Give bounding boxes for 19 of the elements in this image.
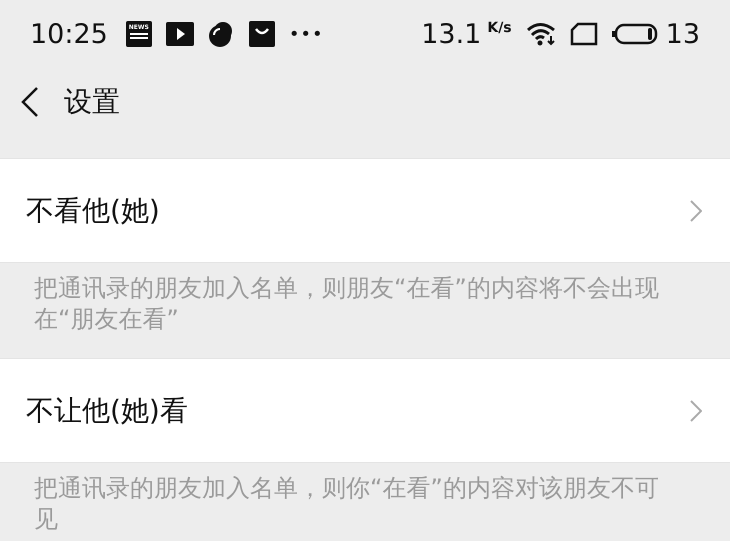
more-notifications: ••• xyxy=(288,24,324,44)
back-icon[interactable] xyxy=(20,86,40,118)
bag-icon xyxy=(248,21,275,47)
settings-row[interactable]: 不看他(她) xyxy=(0,158,730,263)
video-icon xyxy=(166,22,194,46)
bubble-icon xyxy=(208,20,235,48)
battery-icon xyxy=(612,23,658,45)
row-description: 把通讯录的朋友加入名单，则朋友“在看”的内容将不会出现在“朋友在看” xyxy=(33,273,660,335)
settings-row[interactable]: 不让他(她)看 xyxy=(0,358,730,463)
sim-card-icon xyxy=(570,22,598,46)
wifi-icon xyxy=(526,21,556,47)
clock: 10:25 xyxy=(30,18,108,50)
row-description: 把通讯录的朋友加入名单，则你“在看”的内容对该朋友不可见 xyxy=(33,473,660,535)
speed-unit: K/s xyxy=(487,20,512,36)
chevron-right-icon xyxy=(690,200,702,222)
page-title: 设置 xyxy=(64,84,120,120)
chevron-right-icon xyxy=(690,400,702,422)
network-speed: 13.1 xyxy=(421,18,482,50)
battery-level: 13 xyxy=(666,18,700,50)
